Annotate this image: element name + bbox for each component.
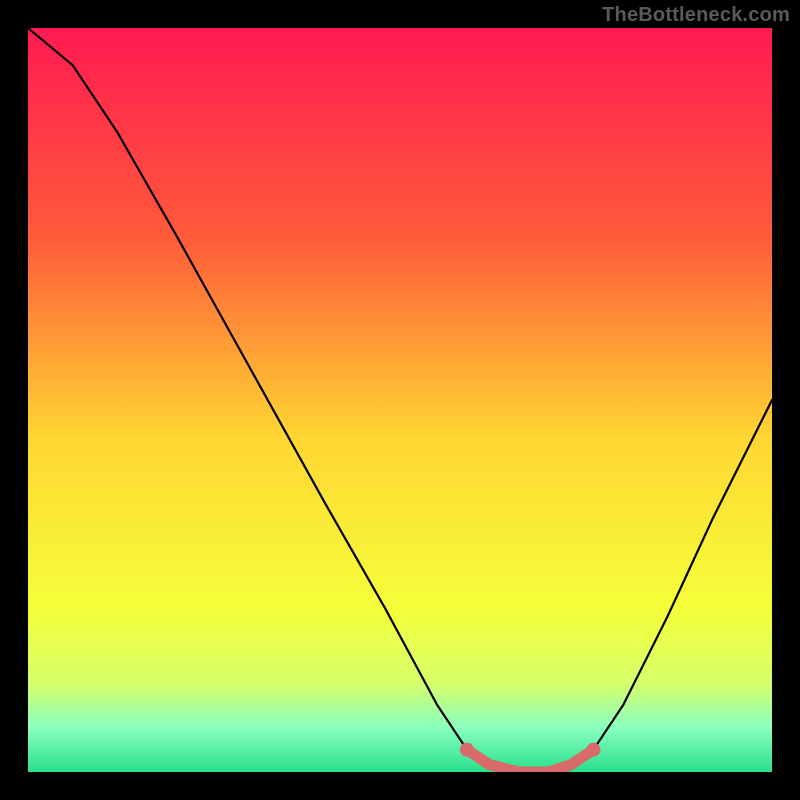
attribution-label: TheBottleneck.com (602, 4, 790, 27)
chart-svg (28, 28, 772, 772)
plot-area (28, 28, 772, 772)
chart-frame: TheBottleneck.com (0, 0, 800, 800)
optimal-start-dot (460, 743, 474, 757)
gradient-background (28, 28, 772, 772)
optimal-end-dot (586, 743, 600, 757)
